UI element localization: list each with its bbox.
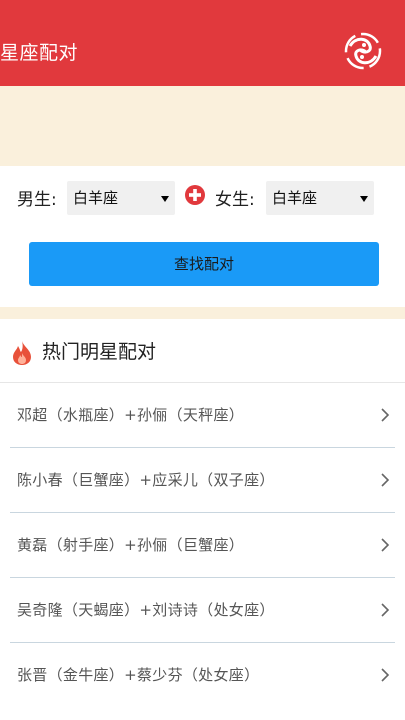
banner-area	[0, 86, 405, 166]
chevron-right-icon	[381, 668, 390, 682]
list-item[interactable]: 邓超（水瓶座）+孙俪（天秤座）	[0, 383, 405, 448]
male-label: 男生:	[17, 190, 57, 210]
chevron-down-icon	[161, 196, 169, 202]
section-title: 热门明星配对	[42, 341, 157, 363]
male-zodiac-select[interactable]: 白羊座	[67, 181, 175, 215]
list-item-label: 黄磊（射手座）+孙俪（巨蟹座）	[17, 536, 245, 554]
list-item[interactable]: 陈小春（巨蟹座）+应采儿（双子座）	[0, 448, 405, 513]
list-item-label: 陈小春（巨蟹座）+应采儿（双子座）	[17, 471, 275, 489]
section-divider	[0, 307, 405, 319]
male-zodiac-value: 白羊座	[73, 189, 119, 207]
female-label: 女生:	[215, 190, 255, 210]
plus-circle-icon	[185, 185, 205, 205]
page-title: 星座配对	[0, 42, 79, 64]
list-item[interactable]: 张晋（金牛座）+蔡少芬（处女座）	[0, 643, 405, 708]
list-item[interactable]: 吴奇隆（天蝎座）+刘诗诗（处女座）	[0, 578, 405, 643]
list-item-label: 张晋（金牛座）+蔡少芬（处女座）	[17, 666, 260, 684]
fire-icon	[13, 341, 31, 365]
chevron-right-icon	[381, 473, 390, 487]
chevron-down-icon	[360, 196, 368, 202]
zodiac-logo-icon	[344, 32, 382, 70]
list-item-label: 吴奇隆（天蝎座）+刘诗诗（处女座）	[17, 601, 275, 619]
find-match-button[interactable]: 查找配对	[29, 242, 379, 286]
list-item-label: 邓超（水瓶座）+孙俪（天秤座）	[17, 406, 245, 424]
chevron-right-icon	[381, 603, 390, 617]
female-zodiac-select[interactable]: 白羊座	[266, 181, 374, 215]
list-item[interactable]: 黄磊（射手座）+孙俪（巨蟹座）	[0, 513, 405, 578]
hot-celebrity-section: 热门明星配对 邓超（水瓶座）+孙俪（天秤座） 陈小春（巨蟹座）+应采儿（双子座）…	[0, 319, 405, 720]
chevron-right-icon	[381, 408, 390, 422]
chevron-right-icon	[381, 538, 390, 552]
app-header: 星座配对	[0, 0, 405, 86]
female-zodiac-value: 白羊座	[272, 189, 318, 207]
